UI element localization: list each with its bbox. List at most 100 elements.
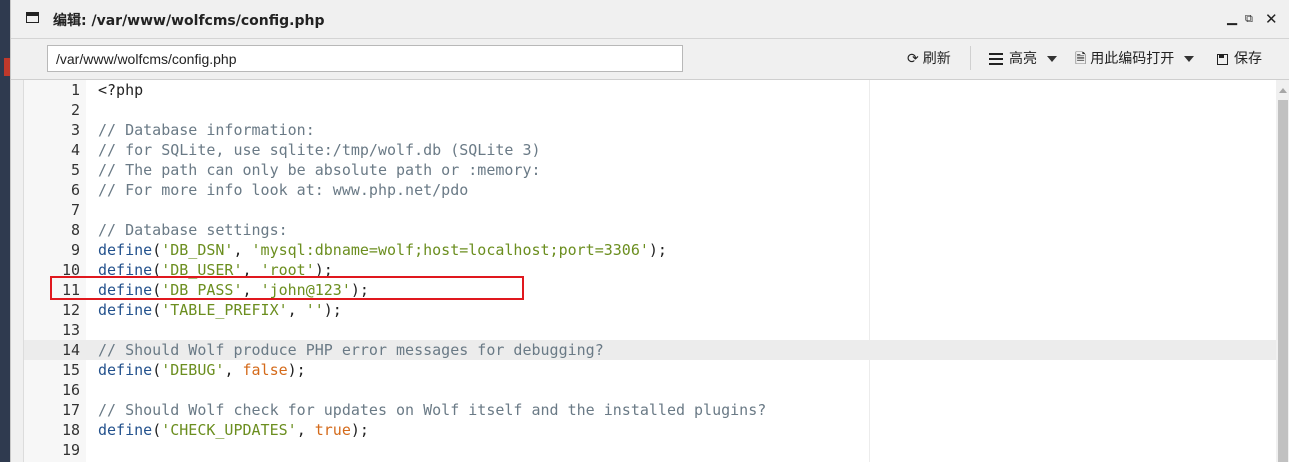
code-content[interactable]: 1 <?php 2 3 // Database information: 4 // for …: [24, 80, 1277, 462]
code-token: define: [98, 301, 153, 319]
code-token: define: [98, 421, 153, 439]
file-path-input[interactable]: [47, 45, 683, 72]
code-line[interactable]: 15 define('DEBUG', false);: [24, 360, 1277, 380]
code-text: // The path can only be absolute path or…: [98, 160, 541, 180]
code-token: define: [98, 241, 153, 259]
code-line[interactable]: 4 // for SQLite, use sqlite:/tmp/wolf.db …: [24, 140, 1277, 160]
line-number: 19: [61, 441, 80, 459]
code-text: define('CHECK_UPDATES', true);: [98, 420, 369, 440]
line-number: 4: [70, 141, 80, 159]
code-line[interactable]: 2: [24, 100, 1277, 120]
line-number: 15: [61, 361, 80, 379]
save-button[interactable]: 保存: [1217, 49, 1262, 69]
code-line[interactable]: 19: [24, 440, 1277, 460]
code-text: define('DB_DSN', 'mysql:dbname=wolf;host…: [98, 240, 667, 260]
code-line[interactable]: 7: [24, 200, 1277, 220]
code-line[interactable]: 5 // The path can only be absolute path o…: [24, 160, 1277, 180]
code-token: (: [152, 421, 162, 439]
code-token: // Should Wolf produce PHP error message…: [98, 341, 604, 359]
toolbar-divider: [970, 46, 971, 70]
refresh-button[interactable]: ⟳ 刷新: [907, 49, 951, 69]
code-token: '': [305, 301, 324, 319]
line-number: 2: [70, 101, 80, 119]
line-number: 16: [61, 381, 80, 399]
code-token: false: [242, 361, 288, 379]
annotation-highlight-box: [50, 276, 524, 300]
code-line[interactable]: 9 define('DB_DSN', 'mysql:dbname=wolf;hos…: [24, 240, 1277, 260]
code-line[interactable]: 6 // For more info look at: www.php.net/p…: [24, 180, 1277, 200]
code-token: (: [152, 241, 162, 259]
code-token: ,: [233, 241, 252, 259]
background-desktop-strip: [0, 0, 10, 462]
code-token: true: [314, 421, 351, 439]
line-number: 1: [70, 81, 80, 99]
line-number: 3: [70, 121, 80, 139]
window-icon: [26, 12, 39, 23]
code-token: // for SQLite, use sqlite:/tmp/wolf.db (…: [98, 141, 541, 159]
code-token: 'CHECK_UPDATES': [161, 421, 297, 439]
line-number: 6: [70, 181, 80, 199]
restore-icon[interactable]: ⧉: [1245, 11, 1253, 27]
title-bar[interactable]: 编辑: /var/www/wolfcms/config.php ▁ ⧉ ✕: [11, 0, 1289, 39]
line-number: 8: [70, 221, 80, 239]
close-icon[interactable]: ✕: [1265, 11, 1278, 27]
code-line[interactable]: 13: [24, 320, 1277, 340]
code-line[interactable]: 16: [24, 380, 1277, 400]
highlight-dropdown[interactable]: 高亮: [989, 49, 1057, 69]
code-line[interactable]: 8 // Database settings:: [24, 220, 1277, 240]
vertical-scrollbar[interactable]: [1276, 80, 1289, 462]
save-label: 保存: [1234, 51, 1262, 67]
code-token: // For more info look at: www.php.net/pd…: [98, 181, 469, 199]
code-editor[interactable]: 1 <?php 2 3 // Database information: 4 // for …: [23, 80, 1277, 462]
code-text: // Database settings:: [98, 220, 288, 240]
code-text: // Should Wolf check for updates on Wolf…: [98, 400, 766, 420]
chevron-down-icon: [1184, 56, 1195, 62]
line-number: 17: [61, 401, 80, 419]
code-token: );: [648, 241, 667, 259]
code-token: 'mysql:dbname=wolf;host=localhost;port=3…: [251, 241, 649, 259]
code-text: // for SQLite, use sqlite:/tmp/wolf.db (…: [98, 140, 541, 160]
code-token: 'DEBUG': [161, 361, 225, 379]
save-icon: [1217, 53, 1228, 65]
scrollbar-thumb[interactable]: [1278, 100, 1288, 462]
code-text: define('DEBUG', false);: [98, 360, 306, 380]
highlight-label: 高亮: [1009, 51, 1037, 67]
code-line[interactable]: 18 define('CHECK_UPDATES', true);: [24, 420, 1277, 440]
code-token: // Database settings:: [98, 221, 288, 239]
code-token: );: [287, 361, 306, 379]
code-line[interactable]: 3 // Database information:: [24, 120, 1277, 140]
editor-window: 编辑: /var/www/wolfcms/config.php ▁ ⧉ ✕ ⟳ …: [10, 0, 1289, 462]
line-number: 9: [70, 241, 80, 259]
code-text: // Should Wolf produce PHP error message…: [98, 340, 604, 360]
code-token: // Database information:: [98, 121, 315, 139]
encoding-icon: 🗎: [1075, 51, 1087, 67]
code-text: // For more info look at: www.php.net/pd…: [98, 180, 468, 200]
code-token: define: [98, 361, 153, 379]
code-token: ,: [287, 301, 306, 319]
code-token: );: [323, 301, 342, 319]
code-token: <?php: [98, 81, 144, 99]
code-token: (: [152, 301, 162, 319]
code-line[interactable]: 14 // Should Wolf produce PHP error messa…: [24, 340, 1277, 360]
editor-toolbar: ⟳ 刷新 高亮 🗎 用此编码打开 保存: [11, 39, 1289, 80]
code-text: <?php: [98, 80, 143, 100]
line-number: 5: [70, 161, 80, 179]
refresh-label: 刷新: [922, 51, 951, 67]
code-line[interactable]: 1 <?php: [24, 80, 1277, 100]
open-with-encoding-dropdown[interactable]: 🗎 用此编码打开: [1075, 49, 1195, 69]
minimize-icon[interactable]: ▁: [1227, 11, 1237, 27]
code-line[interactable]: 12 define('TABLE_PREFIX', '');: [24, 300, 1277, 320]
scroll-up-icon[interactable]: [1279, 88, 1287, 93]
line-number: 7: [70, 201, 80, 219]
code-token: ,: [296, 421, 315, 439]
code-line[interactable]: 17 // Should Wolf check for updates on Wo…: [24, 400, 1277, 420]
code-token: 'TABLE_PREFIX': [161, 301, 288, 319]
chevron-down-icon: [1047, 56, 1057, 62]
code-token: );: [350, 421, 369, 439]
code-token: // Should Wolf check for updates on Wolf…: [98, 401, 767, 419]
list-icon: [989, 53, 1003, 65]
line-number: 12: [61, 301, 80, 319]
code-token: // The path can only be absolute path or…: [98, 161, 541, 179]
line-number: 13: [61, 321, 80, 339]
window-title: 编辑: /var/www/wolfcms/config.php: [53, 13, 325, 29]
